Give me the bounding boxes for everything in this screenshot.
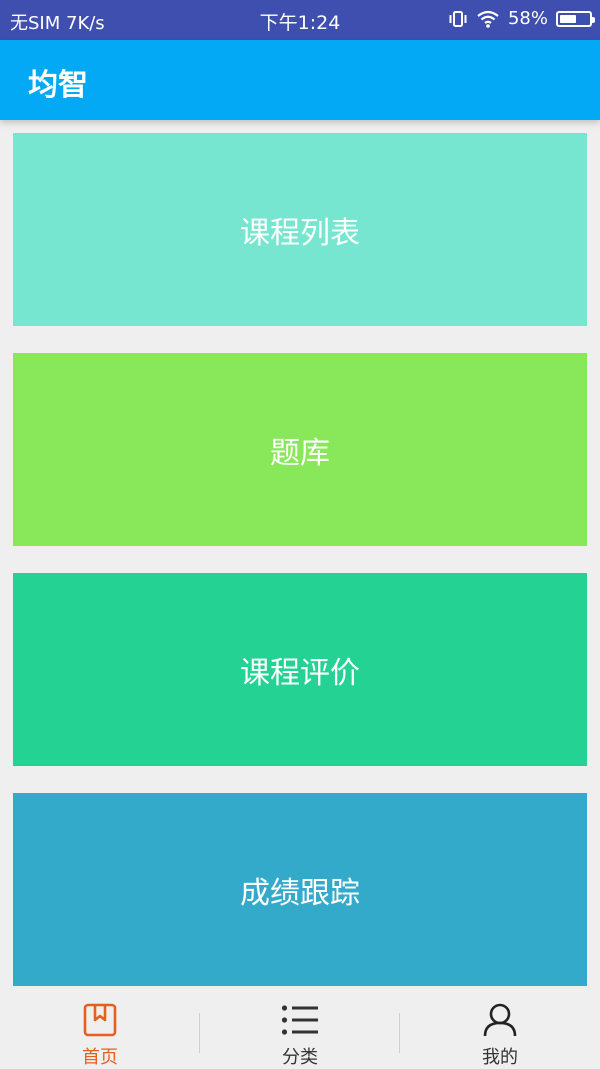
list-icon (281, 1003, 319, 1041)
tab-home[interactable]: 首页 (0, 987, 200, 1068)
nav-divider (199, 1013, 200, 1053)
app-bar: 均智 (0, 40, 600, 120)
wifi-icon (476, 9, 500, 29)
vibrate-icon (448, 9, 468, 29)
battery-icon (556, 10, 595, 27)
tab-mine-label: 我的 (482, 1047, 518, 1068)
card-label: 课程列表 (240, 215, 360, 251)
grade-tracking-card[interactable]: 成绩跟踪 (13, 793, 587, 986)
bookmark-icon (83, 1003, 117, 1041)
tab-category-label: 分类 (282, 1047, 318, 1068)
person-icon (483, 1003, 517, 1041)
card-label: 成绩跟踪 (240, 875, 360, 911)
course-list-card[interactable]: 课程列表 (13, 133, 587, 326)
course-evaluation-card[interactable]: 课程评价 (13, 573, 587, 766)
app-title: 均智 (28, 68, 88, 103)
nav-divider (399, 1013, 400, 1053)
status-bar: 无SIM 7K/s 下午1:24 58% (0, 0, 600, 40)
battery-fill (560, 14, 576, 23)
menu-cards: 课程列表 题库 课程评价 成绩跟踪 (13, 133, 587, 1013)
bottom-navigation: 首页 分类 我的 (0, 987, 600, 1068)
tab-category[interactable]: 分类 (200, 987, 400, 1068)
tab-home-label: 首页 (82, 1047, 118, 1068)
question-bank-card[interactable]: 题库 (13, 353, 587, 546)
card-label: 题库 (270, 435, 330, 471)
status-icons: 58% (448, 8, 595, 29)
tab-mine[interactable]: 我的 (400, 987, 600, 1068)
card-label: 课程评价 (240, 655, 360, 691)
battery-percent: 58% (507, 8, 548, 29)
